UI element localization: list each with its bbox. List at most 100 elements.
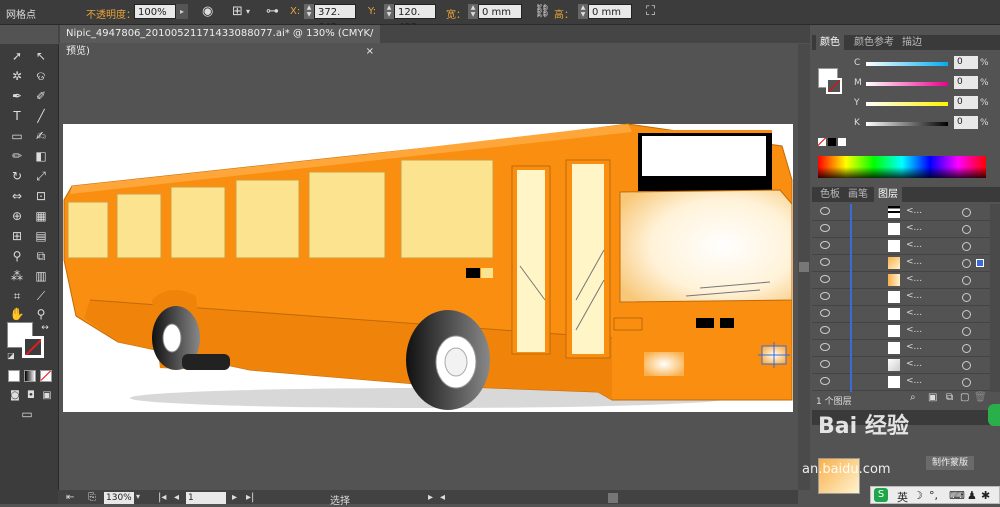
ime-keyboard-icon[interactable]: ⌨ [949,489,965,502]
target-circle-icon[interactable] [962,276,971,285]
layer-row[interactable]: <... [812,340,990,357]
none-color-swatch[interactable] [818,138,826,146]
tab-brushes[interactable]: 画笔 [844,187,872,202]
layer-name[interactable]: <... [906,308,922,318]
black-unit: % [980,118,989,128]
layer-thumbnail [888,223,900,235]
vertical-scrollbar[interactable] [798,44,810,490]
target-circle-icon[interactable] [962,293,971,302]
target-circle-icon[interactable] [962,208,971,217]
layer-name[interactable]: <... [906,291,922,301]
layer-name[interactable]: <... [906,223,922,233]
layer-row[interactable]: <... [812,289,990,306]
horizontal-scroll-thumb[interactable] [608,493,618,503]
black-slider[interactable] [866,122,948,126]
visibility-eye-icon[interactable] [820,241,830,249]
floating-widget-icon[interactable] [988,404,1000,426]
vertical-scroll-thumb[interactable] [799,262,809,272]
new-sublayer-icon[interactable]: ⧉ [946,392,953,403]
status-menu-icon[interactable]: ▸ [428,492,433,503]
layer-row[interactable]: <... [812,306,990,323]
page-input[interactable]: 1 [186,492,226,504]
ime-punctuation-icon[interactable]: °, [929,489,938,502]
export-icon[interactable]: ⎘ [88,492,96,503]
layer-name[interactable]: <... [906,376,922,386]
layer-name[interactable]: <... [906,274,922,284]
locate-object-icon[interactable]: ⌕ [910,392,916,403]
magenta-slider[interactable] [866,82,948,86]
target-circle-icon[interactable] [962,344,971,353]
target-circle-icon[interactable] [962,259,971,268]
ime-settings-icon[interactable]: ✱ [981,489,990,502]
layer-name[interactable]: <... [906,325,922,335]
layer-row[interactable]: <... [812,204,990,221]
target-circle-icon[interactable] [962,327,971,336]
next-page-icon[interactable]: ▸ [232,492,237,503]
tab-swatches[interactable]: 色板 [816,187,844,202]
selected-art-indicator-icon[interactable] [976,259,984,267]
visibility-eye-icon[interactable] [820,326,830,334]
yellow-input[interactable]: 0 [954,96,978,109]
layer-count: 1 个图层 [816,397,852,407]
ime-user-icon[interactable]: ♟ [967,489,977,502]
layer-row[interactable]: <... [812,323,990,340]
visibility-eye-icon[interactable] [820,258,830,266]
color-spectrum[interactable] [818,156,986,178]
front-vent [720,318,734,328]
cyan-slider[interactable] [866,62,948,66]
make-clipping-mask-icon[interactable]: ▣ [928,392,937,403]
artboard-nav-icon[interactable]: ⇤ [66,492,74,503]
last-page-icon[interactable]: ▸| [246,492,254,503]
black-color-swatch[interactable] [828,138,836,146]
cyan-input[interactable]: 0 [954,56,978,69]
color-stroke-swatch[interactable] [826,78,842,94]
ime-moon-icon[interactable]: ☽ [913,489,923,502]
layer-name[interactable]: <... [906,342,922,352]
visibility-eye-icon[interactable] [820,377,830,385]
visibility-eye-icon[interactable] [820,207,830,215]
layer-row[interactable]: <... [812,357,990,374]
tab-color-guide[interactable]: 颜色参考 [850,35,898,50]
scroll-left-icon[interactable]: ◂ [440,492,445,503]
tab-stroke[interactable]: 描边 [898,35,926,50]
white-color-swatch[interactable] [838,138,846,146]
layers-scrollbar[interactable] [990,204,1000,392]
zoom-dropdown-icon[interactable]: ▾ [136,492,140,501]
target-circle-icon[interactable] [962,378,971,387]
layer-row[interactable]: <... [812,221,990,238]
layer-row[interactable]: <... [812,272,990,289]
layer-row[interactable]: <... [812,255,990,272]
visibility-eye-icon[interactable] [820,309,830,317]
sogou-ime-icon[interactable]: S [874,488,888,502]
visibility-eye-icon[interactable] [820,275,830,283]
layer-row[interactable]: <... [812,374,990,391]
visibility-eye-icon[interactable] [820,224,830,232]
visibility-eye-icon[interactable] [820,360,830,368]
visibility-eye-icon[interactable] [820,343,830,351]
layer-row[interactable]: <... [812,238,990,255]
layer-name[interactable]: <... [906,240,922,250]
zoom-input[interactable]: 130% [104,492,134,504]
delete-layer-icon[interactable]: 🗑 [974,392,987,403]
target-circle-icon[interactable] [962,310,971,319]
yellow-slider[interactable] [866,102,948,106]
target-circle-icon[interactable] [962,361,971,370]
bus-window [170,186,226,259]
visibility-eye-icon[interactable] [820,292,830,300]
layer-name[interactable]: <... [906,359,922,369]
first-page-icon[interactable]: |◂ [158,492,166,503]
target-circle-icon[interactable] [962,225,971,234]
layer-name[interactable]: <... [906,257,922,267]
target-circle-icon[interactable] [962,242,971,251]
black-input[interactable]: 0 [954,116,978,129]
tab-layers[interactable]: 图层 [874,187,902,202]
ime-mode-label[interactable]: 英 [897,489,908,505]
new-layer-icon[interactable]: ▢ [960,392,969,403]
make-mask-button[interactable]: 制作蒙版 [926,456,974,470]
prev-page-icon[interactable]: ◂ [174,492,179,503]
tab-color[interactable]: 颜色 [816,35,844,50]
layer-thumbnail [888,308,900,320]
magenta-input[interactable]: 0 [954,76,978,89]
rear-tire-back [182,354,230,370]
layer-name[interactable]: <... [906,206,922,216]
